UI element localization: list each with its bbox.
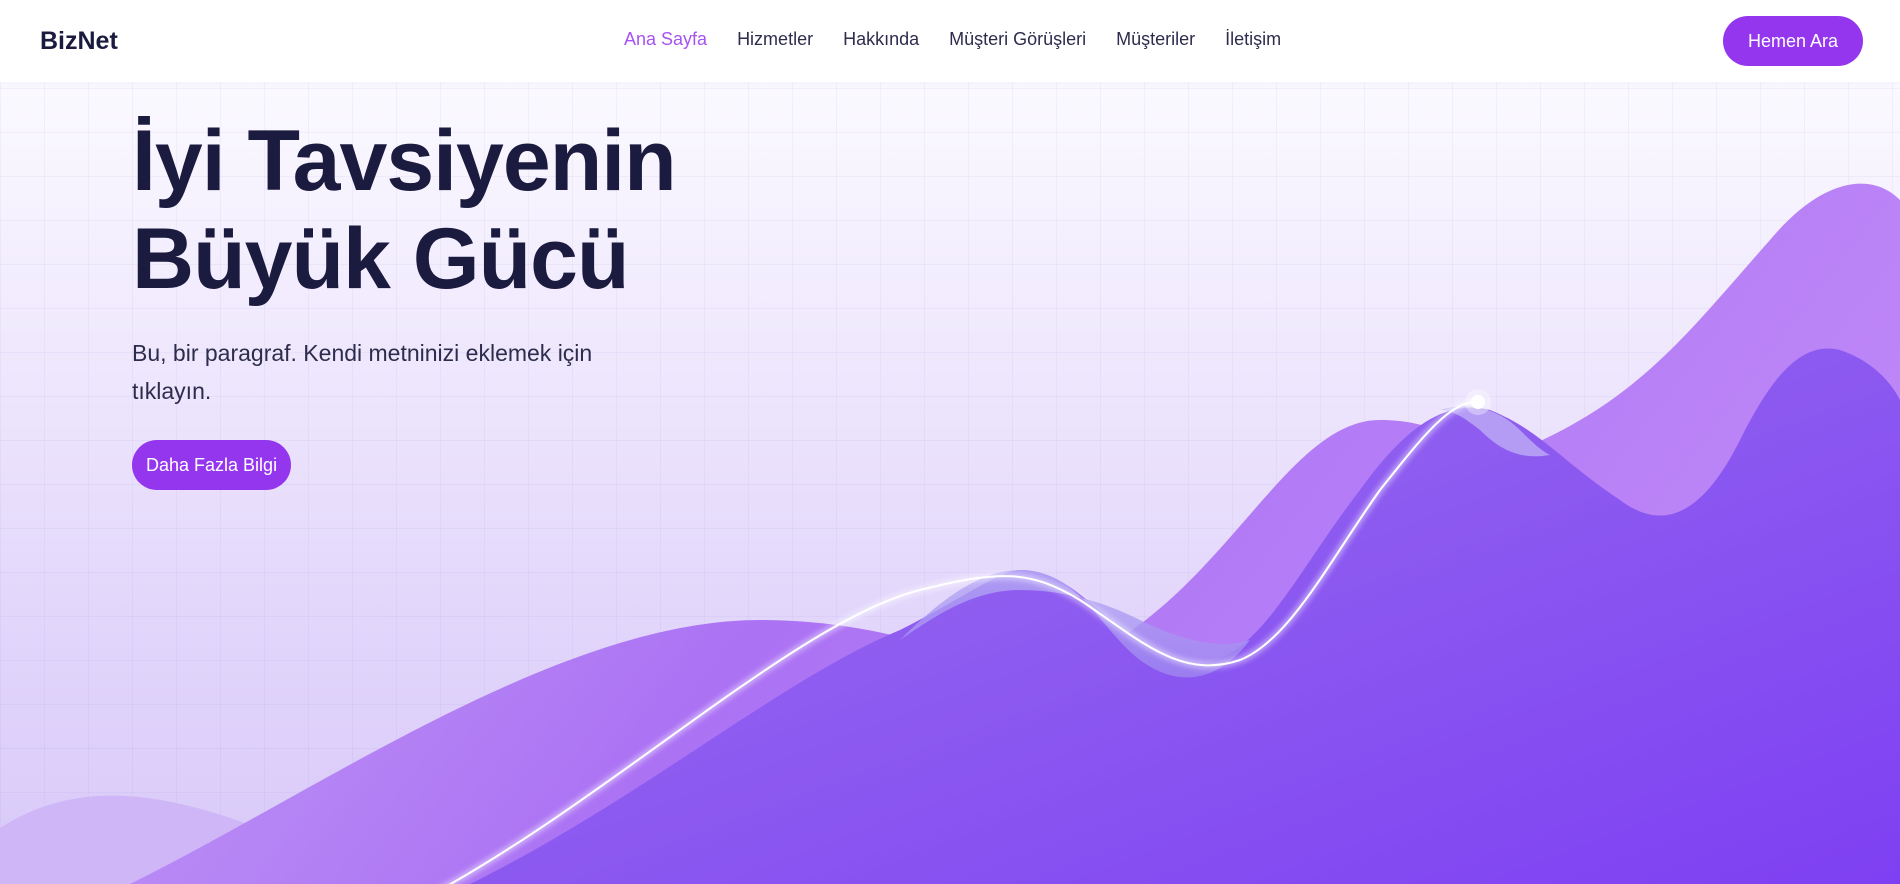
hero-title-line-1: İyi Tavsiyenin [132, 113, 677, 209]
hero-section: İyi Tavsiyenin Büyük Gücü Bu, bir paragr… [132, 112, 677, 490]
nav-link-contact[interactable]: İletişim [1225, 29, 1281, 50]
hero-paragraph[interactable]: Bu, bir paragraf. Kendi metninizi ekleme… [132, 334, 632, 410]
nav-link-services[interactable]: Hizmetler [737, 29, 813, 50]
hero-title-line-2: Büyük Gücü [132, 211, 630, 307]
brand-logo[interactable]: BizNet [40, 27, 118, 56]
nav-link-clients[interactable]: Müşteriler [1116, 29, 1195, 50]
call-now-button[interactable]: Hemen Ara [1723, 16, 1863, 66]
learn-more-button[interactable]: Daha Fazla Bilgi [132, 440, 292, 490]
main-navigation: Ana Sayfa Hizmetler Hakkında Müşteri Gör… [624, 29, 1311, 50]
nav-link-home[interactable]: Ana Sayfa [624, 29, 707, 50]
hero-title: İyi Tavsiyenin Büyük Gücü [132, 112, 677, 308]
nav-link-testimonials[interactable]: Müşteri Görüşleri [949, 29, 1086, 50]
site-header: BizNet Ana Sayfa Hizmetler Hakkında Müşt… [0, 0, 1900, 82]
nav-link-about[interactable]: Hakkında [843, 29, 919, 50]
